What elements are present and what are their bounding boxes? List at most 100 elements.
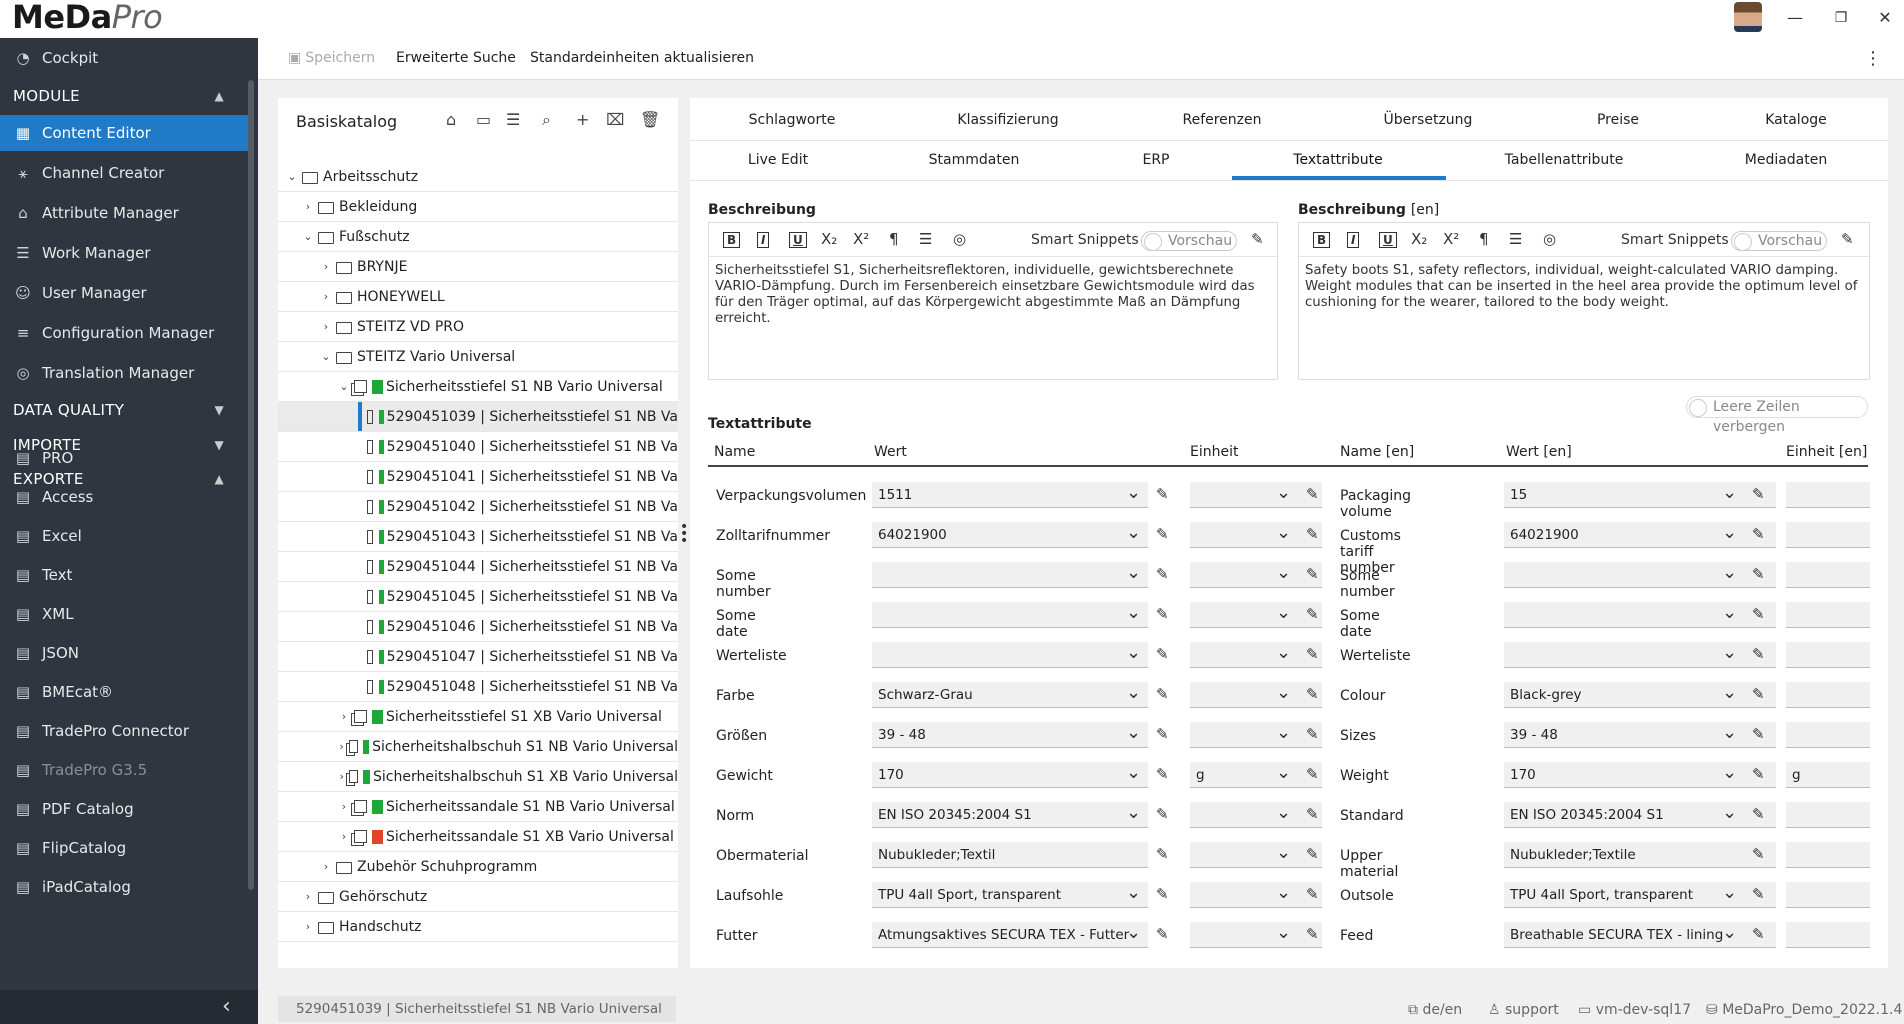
chevron-down-icon[interactable]: ⌄ (338, 380, 350, 393)
description-de-text[interactable]: Sicherheitsstiefel S1, Sicherheitsreflek… (715, 263, 1269, 327)
chevron-right-icon[interactable]: › (338, 740, 345, 753)
chevron-down-icon[interactable]: ⌄ (1722, 802, 1737, 823)
paragraph-icon[interactable]: ¶ (1479, 230, 1489, 248)
more-options-icon[interactable]: ⋮ (1864, 48, 1882, 69)
chevron-down-icon[interactable]: ⌄ (1276, 762, 1291, 783)
tree-node[interactable]: ⌄ Arbeitsschutz (278, 162, 678, 192)
search-icon[interactable]: ⌕ (542, 110, 551, 130)
tab-4[interactable]: Preise (1538, 112, 1698, 128)
preview-toggle[interactable]: Vorschau (1141, 231, 1237, 251)
attr-unit-en-field[interactable] (1786, 602, 1870, 628)
chevron-right-icon[interactable]: › (320, 290, 332, 303)
chevron-down-icon[interactable]: ⌄ (1276, 562, 1291, 583)
hide-empty-rows-toggle[interactable]: Leere Zeilen verbergen (1686, 396, 1868, 435)
attr-value-field[interactable]: 64021900 (872, 522, 1148, 548)
chevron-down-icon[interactable]: ⌄ (1276, 882, 1291, 903)
sidebar-item-attribute-manager[interactable]: ⌂ Attribute Manager (0, 195, 248, 231)
chevron-down-icon[interactable]: ⌄ (1126, 762, 1141, 783)
tree-node[interactable]: › Bekleidung (278, 192, 678, 222)
smart-snippets-button[interactable]: Smart Snippets (1031, 232, 1139, 248)
chevron-down-icon[interactable]: ⌄ (1276, 522, 1291, 543)
attr-unit-field[interactable] (1190, 922, 1322, 948)
chevron-down-icon[interactable]: ⌄ (1276, 482, 1291, 503)
advanced-search-button[interactable]: Erweiterte Suche (396, 50, 516, 66)
sidebar-item-export-0[interactable]: ▤ PRO (0, 440, 248, 476)
edit-pencil-icon[interactable]: ✎ (1156, 685, 1169, 703)
tree-node[interactable]: ⌄ Sicherheitsstiefel S1 NB Vario Universa… (278, 372, 678, 402)
tree-node[interactable]: › Sicherheitshalbschuh S1 XB Vario Univer… (278, 762, 678, 792)
attr-value-field[interactable]: Atmungsaktives SECURA TEX - Futter (872, 922, 1148, 948)
chevron-right-icon[interactable]: › (302, 890, 314, 903)
tree-node[interactable]: 5290451045 | Sicherheitsstiefel S1 NB Va (278, 582, 678, 612)
tab-r2-1[interactable]: Stammdaten (894, 152, 1054, 168)
chevron-right-icon[interactable]: › (302, 920, 314, 933)
edit-pencil-icon[interactable]: ✎ (1306, 845, 1319, 863)
edit-pencil-icon[interactable]: ✎ (1306, 565, 1319, 583)
attr-unit-field[interactable] (1190, 802, 1322, 828)
tab-r2-0[interactable]: Live Edit (698, 152, 858, 168)
tab-r2-3[interactable]: Textattribute (1258, 152, 1418, 168)
chevron-down-icon[interactable]: ⌄ (1722, 522, 1737, 543)
edit-pencil-icon[interactable]: ✎ (1156, 845, 1169, 863)
sidebar-item-export-8[interactable]: ▤ TradePro G3.5 (0, 752, 248, 788)
list-icon[interactable]: ☰ (919, 230, 932, 248)
rename-icon[interactable]: ⌧ (606, 110, 624, 129)
avatar[interactable] (1734, 2, 1762, 32)
tab-r2-5[interactable]: Mediadaten (1706, 152, 1866, 168)
sidebar-item-cockpit[interactable]: ◔ Cockpit (0, 40, 248, 76)
edit-pencil-icon[interactable]: ✎ (1306, 645, 1319, 663)
sidebar-item-export-5[interactable]: ▤ JSON (0, 635, 248, 671)
attr-unit-en-field[interactable] (1786, 482, 1870, 508)
chevron-down-icon[interactable]: ⌄ (1722, 722, 1737, 743)
edit-pencil-icon[interactable]: ✎ (1156, 925, 1169, 943)
edit-pencil-icon[interactable]: ✎ (1752, 925, 1765, 943)
edit-pencil-icon[interactable]: ✎ (1752, 845, 1765, 863)
tab-r2-4[interactable]: Tabellenattribute (1484, 152, 1644, 168)
chevron-down-icon[interactable]: ⌄ (1722, 642, 1737, 663)
chevron-down-icon[interactable]: ⌄ (1276, 842, 1291, 863)
description-en-text[interactable]: Safety boots S1, safety reflectors, indi… (1305, 263, 1861, 311)
tree-node[interactable]: 5290451039 | Sicherheitsstiefel S1 NB Va (278, 402, 678, 432)
restore-button[interactable]: ❐ (1826, 6, 1856, 30)
collapse-sidebar-icon[interactable]: ‹ (222, 994, 231, 1019)
tab-3[interactable]: Übersetzung (1348, 112, 1508, 128)
tree-node[interactable]: › HONEYWELL (278, 282, 678, 312)
tree-node[interactable]: 5290451041 | Sicherheitsstiefel S1 NB Va (278, 462, 678, 492)
chevron-down-icon[interactable]: ⌄ (1126, 802, 1141, 823)
sidebar-item-export-9[interactable]: ▤ PDF Catalog (0, 791, 248, 827)
attr-unit-en-field[interactable] (1786, 682, 1870, 708)
preview-toggle[interactable]: Vorschau (1731, 231, 1827, 251)
attr-unit-field[interactable] (1190, 642, 1322, 668)
sidebar-item-work-manager[interactable]: ☰ Work Manager (0, 235, 248, 271)
chevron-down-icon[interactable]: ⌄ (286, 170, 298, 183)
attr-value-en-field[interactable]: Nubukleder;Textile (1504, 842, 1776, 868)
edit-pencil-icon[interactable]: ✎ (1306, 605, 1319, 623)
tree-node[interactable]: ⌄ Fußschutz (278, 222, 678, 252)
attr-value-field[interactable]: 1511 (872, 482, 1148, 508)
chevron-down-icon[interactable]: ⌄ (1126, 482, 1141, 503)
attr-value-field[interactable] (872, 642, 1148, 668)
chevron-down-icon[interactable]: ⌄ (1722, 682, 1737, 703)
sidebar-item-content-editor[interactable]: ▦ Content Editor (0, 115, 248, 151)
sidebar-item-export-11[interactable]: ▤ iPadCatalog (0, 869, 248, 905)
chevron-down-icon[interactable]: ⌄ (1722, 562, 1737, 583)
chevron-down-icon[interactable]: ⌄ (1126, 682, 1141, 703)
add-icon[interactable]: + (576, 110, 589, 129)
globe-icon[interactable]: ◎ (1543, 230, 1556, 248)
tree-node[interactable]: › BRYNJE (278, 252, 678, 282)
edit-pencil-icon[interactable]: ✎ (1306, 885, 1319, 903)
chevron-down-icon[interactable]: ⌄ (1126, 642, 1141, 663)
edit-pencil-icon[interactable]: ✎ (1156, 485, 1169, 503)
sidebar-item-translation-manager[interactable]: ◎ Translation Manager (0, 355, 248, 391)
attr-unit-field[interactable] (1190, 842, 1322, 868)
tree-node[interactable]: › Sicherheitshalbschuh S1 NB Vario Univer… (278, 732, 678, 762)
chevron-down-icon[interactable]: ⌄ (1722, 762, 1737, 783)
edit-pencil-icon[interactable]: ✎ (1306, 525, 1319, 543)
attr-unit-en-field[interactable] (1786, 722, 1870, 748)
edit-pencil-icon[interactable]: ✎ (1752, 645, 1765, 663)
tab-5[interactable]: Kataloge (1716, 112, 1876, 128)
sidebar-section-module[interactable]: MODULE ▲ (0, 79, 248, 113)
attr-value-field[interactable]: Nubukleder;Textil (872, 842, 1148, 868)
delete-icon[interactable]: 🗑 (640, 110, 660, 129)
edit-pencil-icon[interactable]: ✎ (1306, 725, 1319, 743)
